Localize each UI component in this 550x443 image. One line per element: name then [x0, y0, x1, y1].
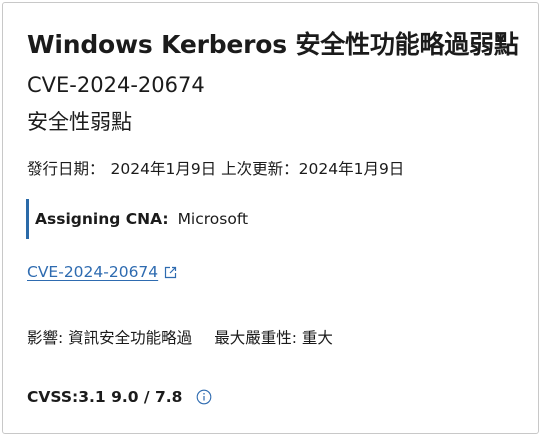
release-date-label: 發行日期：	[27, 160, 105, 178]
impact-label: 影響:	[27, 329, 64, 347]
cve-id: CVE-2024-20674	[27, 73, 205, 97]
page-title: Windows Kerberos 安全性功能略過弱點	[27, 30, 519, 59]
info-icon[interactable]	[196, 389, 212, 405]
severity-value: 重大	[301, 329, 333, 347]
cvss-score: CVSS:3.1 9.0 / 7.8	[27, 388, 212, 406]
impact-value: 資訊安全功能略過	[68, 329, 193, 347]
last-updated-label: 上次更新：	[221, 160, 299, 178]
cvss-value: 9.0 / 7.8	[111, 388, 183, 406]
severity-label: 最大嚴重性:	[214, 329, 297, 347]
external-link-icon	[165, 266, 177, 278]
release-date: 2024年1月9日	[110, 160, 217, 178]
date-info: 發行日期： 2024年1月9日 上次更新：2024年1月9日	[27, 157, 404, 179]
cna-label: Assigning CNA:	[35, 210, 169, 228]
vulnerability-card: Windows Kerberos 安全性功能略過弱點 CVE-2024-2067…	[2, 2, 539, 434]
cve-link[interactable]: CVE-2024-20674	[27, 263, 177, 281]
cna-value: Microsoft	[177, 210, 249, 228]
impact-severity: 影響: 資訊安全功能略過 最大嚴重性: 重大	[27, 326, 333, 348]
assigning-cna: Assigning CNA: Microsoft	[26, 199, 248, 239]
last-updated-date: 2024年1月9日	[298, 160, 405, 178]
cve-link-text: CVE-2024-20674	[27, 263, 159, 281]
vulnerability-type: 安全性弱點	[27, 110, 132, 134]
cvss-label: CVSS:3.1	[27, 388, 106, 406]
